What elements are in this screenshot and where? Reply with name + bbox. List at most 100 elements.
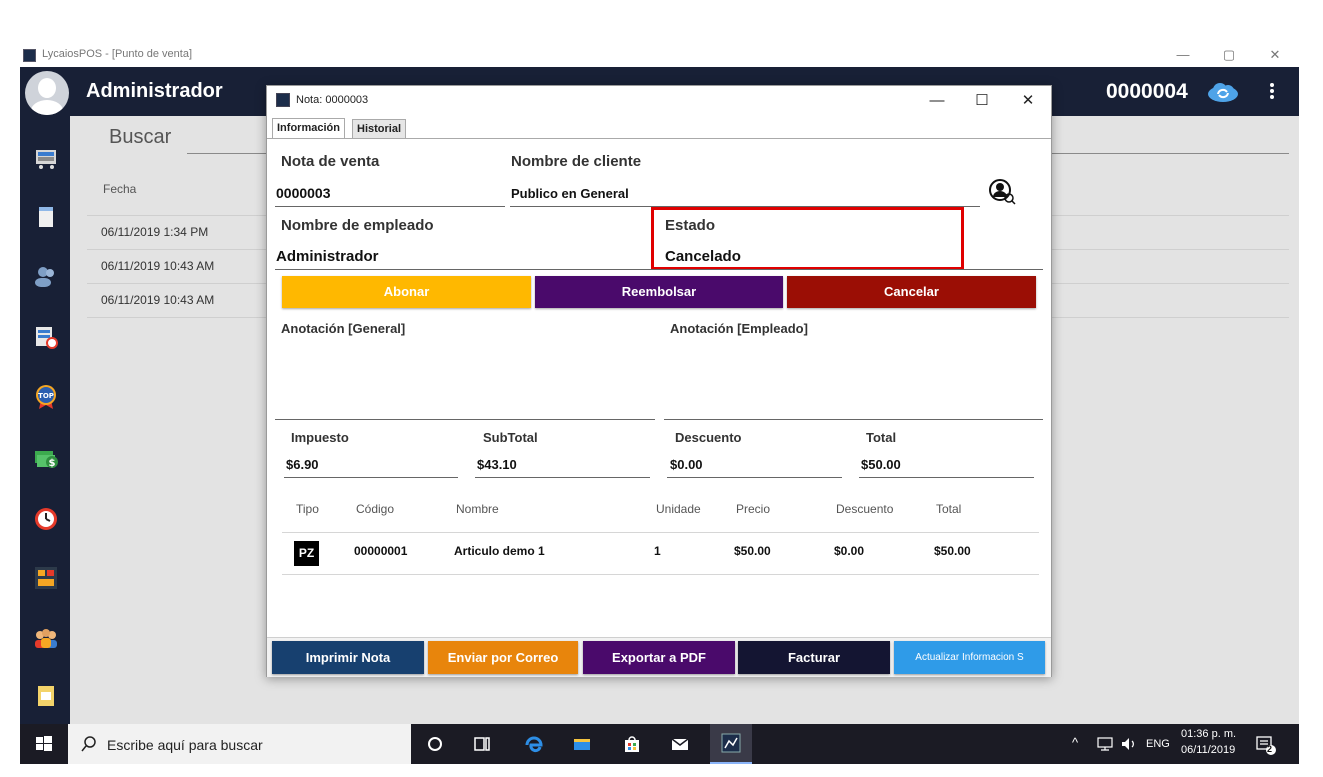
window-titlebar: LycaiosPOS - [Punto de venta] — ▢ ✕ xyxy=(20,44,1300,67)
volume-icon[interactable] xyxy=(1120,736,1138,752)
subtotal-value: $43.10 xyxy=(477,457,517,472)
window-maximize-button[interactable]: ▢ xyxy=(1206,44,1252,66)
enviar-correo-button[interactable]: Enviar por Correo xyxy=(428,641,578,674)
item-nombre: Articulo demo 1 xyxy=(454,544,545,558)
more-options-icon[interactable] xyxy=(1264,77,1280,105)
taskbar-lycaios-app[interactable] xyxy=(710,724,752,764)
dialog-title: Nota: 0000003 xyxy=(296,94,369,106)
tab-historial[interactable]: Historial xyxy=(352,119,407,138)
taskbar-search-placeholder: Escribe aquí para buscar xyxy=(107,737,263,753)
mail-icon[interactable] xyxy=(670,734,690,754)
warehouse-icon[interactable] xyxy=(33,565,59,591)
network-icon[interactable] xyxy=(1096,736,1114,752)
descuento-underline xyxy=(667,477,842,478)
unit-type-badge: PZ xyxy=(294,541,319,566)
item-descuento: $0.00 xyxy=(834,544,865,558)
shopping-cart-icon[interactable] xyxy=(33,144,59,170)
cloud-sync-icon[interactable] xyxy=(1206,81,1240,103)
clock-time[interactable]: 01:36 p. m. xyxy=(1181,728,1236,740)
notification-center-icon[interactable] xyxy=(1255,734,1277,756)
stopwatch-icon[interactable] xyxy=(33,505,59,531)
impuesto-value: $6.90 xyxy=(286,457,319,472)
subtotal-label: SubTotal xyxy=(483,430,538,445)
cliente-value: Publico en General xyxy=(511,186,629,201)
exportar-pdf-button[interactable]: Exportar a PDF xyxy=(583,641,735,674)
language-indicator[interactable]: ENG xyxy=(1146,738,1170,750)
table-header-codigo: Código xyxy=(356,502,395,516)
app-logo-icon xyxy=(276,93,290,107)
money-icon[interactable]: $ xyxy=(33,445,59,471)
window-title: LycaiosPOS - [Punto de venta] xyxy=(42,48,193,60)
item-total: $50.00 xyxy=(934,544,971,558)
descuento-value: $0.00 xyxy=(670,457,703,472)
total-label: Total xyxy=(866,430,897,445)
clock-date[interactable]: 06/11/2019 xyxy=(1181,744,1235,756)
reembolsar-button[interactable]: Reembolsar xyxy=(535,276,783,308)
windows-start-icon[interactable] xyxy=(34,734,54,754)
empleado-value: Administrador xyxy=(276,248,379,265)
header-username: Administrador xyxy=(86,80,223,102)
estado-highlight-box xyxy=(651,207,964,270)
total-underline xyxy=(859,477,1034,478)
dialog-close-button[interactable]: ✕ xyxy=(1005,90,1051,112)
total-value: $50.00 xyxy=(861,457,901,472)
svg-text:TOP: TOP xyxy=(38,392,54,400)
search-label: Buscar xyxy=(109,126,172,148)
column-header-fecha: Fecha xyxy=(103,182,137,196)
annotation-general-field[interactable] xyxy=(275,338,655,420)
taskbar: Escribe aquí para buscar ^ ENG 01:36 p. … xyxy=(20,724,1299,764)
dialog-minimize-button[interactable]: — xyxy=(914,90,960,112)
top-badge-icon[interactable]: TOP xyxy=(33,384,59,410)
cancelar-button[interactable]: Cancelar xyxy=(787,276,1036,308)
app-logo-icon xyxy=(23,49,36,62)
nota-label: Nota de venta xyxy=(281,153,380,170)
table-header-precio: Precio xyxy=(736,502,771,516)
actualizar-informacion-button[interactable]: Actualizar Informacion S xyxy=(894,641,1045,674)
annotation-empleado-label: Anotación [Empleado] xyxy=(670,321,808,336)
tab-informacion[interactable]: Información xyxy=(272,118,345,138)
task-view-icon[interactable] xyxy=(472,734,492,754)
schedule-list-icon[interactable] xyxy=(33,324,59,350)
lycaios-app-icon xyxy=(721,733,741,753)
edge-browser-icon[interactable] xyxy=(524,734,544,754)
sidebar: TOP $ xyxy=(20,116,70,724)
window-minimize-button[interactable]: — xyxy=(1160,44,1206,66)
tab-divider xyxy=(267,138,1051,139)
item-codigo: 00000001 xyxy=(354,544,408,558)
window-close-button[interactable]: ✕ xyxy=(1252,44,1298,66)
descuento-label: Descuento xyxy=(675,430,742,445)
note-dialog: Nota: 0000003 — ☐ ✕ Información Historia… xyxy=(266,85,1052,677)
users-icon[interactable] xyxy=(33,263,59,289)
empleado-underline xyxy=(275,269,1043,270)
reports-icon[interactable] xyxy=(33,683,59,709)
table-header-nombre: Nombre xyxy=(456,502,499,516)
impuesto-underline xyxy=(284,477,458,478)
header-note-number: 0000004 xyxy=(1106,80,1188,103)
svg-text:$: $ xyxy=(49,458,56,469)
cliente-label: Nombre de cliente xyxy=(511,153,642,170)
nota-value: 0000003 xyxy=(276,185,331,201)
table-header-tipo: Tipo xyxy=(296,502,319,516)
annotation-general-label: Anotación [General] xyxy=(281,321,406,336)
table-header-total: Total xyxy=(936,502,962,516)
customers-icon[interactable] xyxy=(33,625,59,651)
facturar-button[interactable]: Facturar xyxy=(738,641,890,674)
dialog-titlebar: Nota: 0000003 — ☐ ✕ xyxy=(267,86,1051,116)
notepad-icon[interactable] xyxy=(33,204,59,230)
abonar-button[interactable]: Abonar xyxy=(282,276,531,308)
cortana-icon[interactable] xyxy=(425,734,445,754)
search-icon xyxy=(81,736,96,752)
empleado-label: Nombre de empleado xyxy=(281,217,434,234)
imprimir-nota-button[interactable]: Imprimir Nota xyxy=(272,641,424,674)
avatar[interactable] xyxy=(25,71,69,115)
file-explorer-icon[interactable] xyxy=(572,734,592,754)
item-unidades: 1 xyxy=(654,544,661,558)
tray-chevron-icon[interactable]: ^ xyxy=(1072,735,1078,750)
store-icon[interactable] xyxy=(622,734,642,754)
item-precio: $50.00 xyxy=(734,544,771,558)
table-header-unidades: Unidade xyxy=(656,502,701,516)
search-customer-icon[interactable] xyxy=(987,178,1017,208)
dialog-maximize-button[interactable]: ☐ xyxy=(959,90,1005,112)
annotation-empleado-field[interactable] xyxy=(664,338,1043,420)
taskbar-search-input[interactable]: Escribe aquí para buscar xyxy=(68,724,411,764)
